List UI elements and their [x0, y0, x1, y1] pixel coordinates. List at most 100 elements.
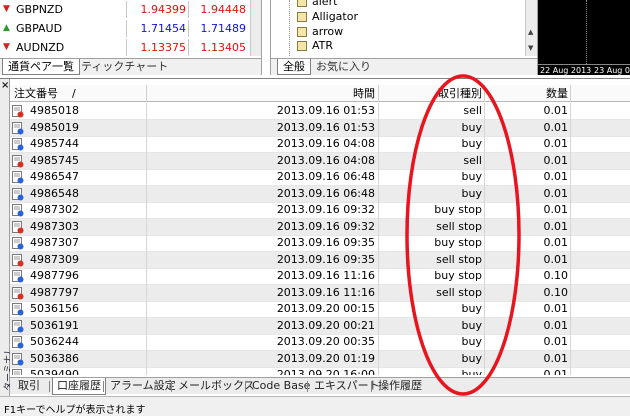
market-watch-row[interactable]: ▲ GBPAUD 1.71454 1.71489 — [0, 20, 261, 37]
order-icon — [12, 319, 24, 333]
symbol-name: AUDNZD — [16, 41, 65, 54]
column-header-time[interactable]: 時間 — [150, 85, 375, 102]
time-cell: 2013.09.20 16:00 — [276, 368, 375, 375]
table-row[interactable]: 4986547 2013.09.16 06:48 buy 0.01 — [10, 169, 630, 186]
navigator-scrollbar[interactable]: ▲ ▼ — [525, 0, 537, 56]
table-row[interactable]: 4987303 2013.09.16 09:32 sell stop 0.01 — [10, 218, 630, 236]
table-row[interactable]: 5036191 2013.09.20 00:21 buy 0.01 — [10, 317, 630, 335]
table-row[interactable]: 4987796 2013.09.16 11:16 buy stop 0.10 — [10, 268, 630, 285]
table-row[interactable]: 4985018 2013.09.16 01:53 sell 0.01 — [10, 103, 630, 120]
tab-journal[interactable]: 操作履歴 — [374, 378, 426, 394]
indicator-icon — [297, 12, 307, 22]
terminal-tabbar: 取引 口座履歴 アラーム設定 メールボックス Code Base エキスパート 操作履歴 — [10, 377, 630, 395]
column-divider[interactable] — [146, 85, 147, 102]
volume-cell: 0.01 — [543, 137, 569, 150]
volume-cell: 0.01 — [543, 368, 569, 375]
market-watch-row[interactable]: ▼ AUDNZD 1.13375 1.13405 — [0, 39, 261, 56]
cell-divider — [146, 284, 147, 302]
table-row[interactable]: 4985019 2013.09.16 01:53 buy 0.01 — [10, 119, 630, 137]
table-row[interactable]: 4985745 2013.09.16 04:08 sell 0.01 — [10, 152, 630, 170]
time-cell: 2013.09.16 01:53 — [276, 120, 375, 134]
table-row[interactable]: 4987797 2013.09.16 11:16 sell stop 0.10 — [10, 284, 630, 302]
table-row[interactable]: 4985744 2013.09.16 04:08 buy 0.01 — [10, 136, 630, 153]
cell-divider — [378, 103, 379, 120]
table-row[interactable]: 5036156 2013.09.20 00:15 buy 0.01 — [10, 301, 630, 318]
time-cell: 2013.09.16 09:35 — [276, 252, 375, 266]
ticket-cell: 4985018 — [30, 104, 79, 117]
column-divider[interactable] — [378, 85, 379, 102]
chart-window[interactable]: 22 Aug 2013 23 Aug 08 — [538, 0, 630, 75]
ticket-cell: 4985019 — [30, 120, 79, 134]
scroll-up-icon[interactable]: ▲ — [528, 28, 533, 36]
column-header-type[interactable]: 取引種別 — [380, 85, 482, 102]
table-row[interactable]: 4987309 2013.09.16 09:35 sell stop 0.01 — [10, 251, 630, 269]
market-watch-row[interactable]: ▼ GBPNZD 1.94399 1.94448 — [0, 1, 261, 18]
time-cell: 2013.09.16 09:32 — [276, 203, 375, 216]
volume-cell: 0.01 — [543, 186, 569, 200]
order-icon — [12, 220, 24, 234]
cell-divider — [570, 152, 571, 170]
tab-separator — [307, 381, 308, 392]
indicator-icon — [297, 0, 307, 7]
cell-divider — [570, 235, 571, 252]
cell-divider — [378, 317, 379, 335]
ticket-cell: 4987309 — [30, 252, 79, 266]
order-icon — [12, 204, 24, 217]
ticket-cell: 5036244 — [30, 335, 79, 348]
table-row[interactable]: 5036386 2013.09.20 01:19 buy 0.01 — [10, 350, 630, 368]
column-divider — [126, 39, 127, 56]
cell-divider — [146, 235, 147, 252]
cell-divider — [570, 334, 571, 351]
cell-divider — [378, 350, 379, 368]
tab-favorites[interactable]: お気に入り — [311, 59, 376, 75]
type-cell: buy — [461, 351, 482, 365]
nav-item-label: ATR — [312, 39, 334, 52]
tab-code-base[interactable]: Code Base — [248, 378, 314, 394]
volume-cell: 0.01 — [543, 302, 569, 315]
column-header-volume[interactable]: 数量 — [485, 85, 568, 102]
tab-trade[interactable]: 取引 — [14, 378, 44, 394]
tab-account-history[interactable]: 口座履歴 — [52, 378, 106, 395]
column-divider[interactable] — [570, 85, 571, 102]
close-icon[interactable]: × — [1, 80, 9, 91]
type-cell: buy stop — [434, 203, 482, 216]
time-cell: 2013.09.16 06:48 — [276, 186, 375, 200]
ticket-cell: 5036156 — [30, 302, 79, 315]
table-row[interactable]: 4987302 2013.09.16 09:32 buy stop 0.01 — [10, 202, 630, 219]
sort-indicator: / — [72, 87, 76, 100]
ticket-cell: 5039490 — [30, 368, 79, 375]
table-row[interactable]: 5039490 2013.09.20 16:00 buy 0.01 — [10, 367, 630, 375]
tab-separator — [371, 381, 372, 392]
tab-experts[interactable]: エキスパート — [310, 378, 384, 394]
market-watch-scrollbar[interactable] — [250, 0, 261, 56]
cell-divider — [570, 301, 571, 318]
order-icon — [12, 237, 24, 250]
cell-divider — [570, 268, 571, 285]
order-icon — [12, 303, 24, 316]
cell-divider — [146, 185, 147, 203]
table-row[interactable]: 5036244 2013.09.20 00:35 buy 0.01 — [10, 334, 630, 351]
time-cell: 2013.09.16 01:53 — [276, 104, 375, 117]
column-divider — [126, 1, 127, 18]
type-cell: buy — [461, 318, 482, 332]
indicator-icon — [297, 27, 307, 37]
order-icon — [12, 154, 24, 168]
type-cell: buy — [461, 137, 482, 150]
tab-separator — [171, 381, 172, 392]
cell-divider — [378, 268, 379, 285]
type-cell: buy — [461, 120, 482, 134]
type-cell: sell stop — [436, 285, 482, 299]
tab-separator — [245, 381, 246, 392]
volume-cell: 0.01 — [543, 203, 569, 216]
tab-symbols[interactable]: 通貨ペア一覧 — [2, 59, 80, 75]
column-header-ticket[interactable]: 注文番号 — [14, 85, 58, 102]
type-cell: buy stop — [434, 269, 482, 282]
scroll-down-icon[interactable]: ▼ — [528, 44, 533, 52]
tab-general[interactable]: 全般 — [277, 59, 311, 75]
table-row[interactable]: 4987307 2013.09.16 09:35 buy stop 0.01 — [10, 235, 630, 252]
table-row[interactable]: 4986548 2013.09.16 06:48 buy 0.01 — [10, 185, 630, 203]
column-divider — [188, 39, 189, 56]
cell-divider — [570, 350, 571, 368]
tab-tick-chart[interactable]: ティックチャート — [76, 59, 173, 75]
tab-alerts[interactable]: アラーム設定 — [106, 378, 180, 394]
